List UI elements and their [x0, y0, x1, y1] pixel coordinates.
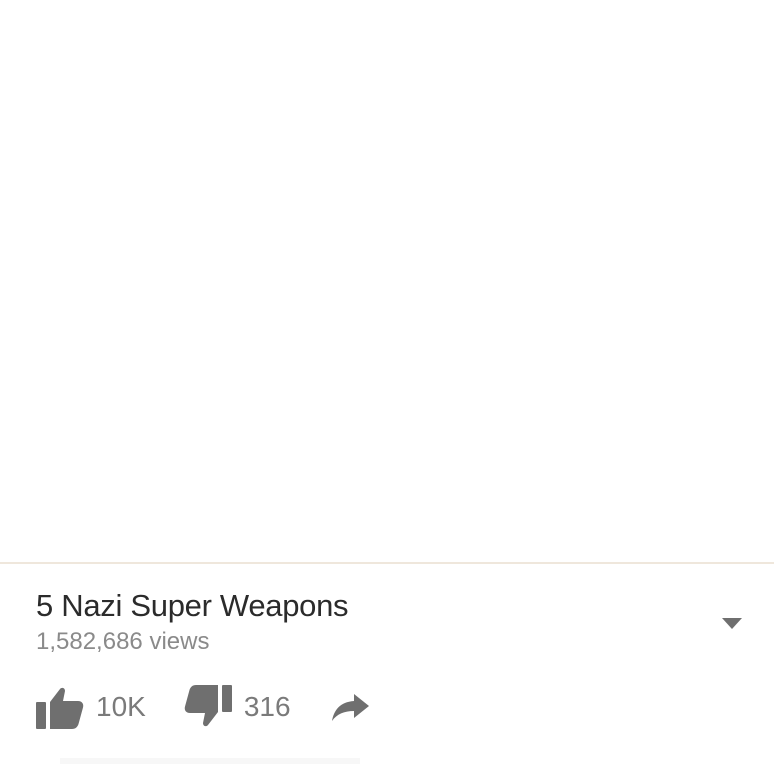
- action-bar: 10K 316: [36, 682, 371, 732]
- expand-description-button[interactable]: [712, 608, 752, 638]
- like-count: 10K: [96, 691, 146, 722]
- like-button[interactable]: 10K: [36, 685, 146, 729]
- video-info-panel: 5 Nazi Super Weapons 1,582,686 views 10K: [0, 564, 774, 773]
- share-button[interactable]: [331, 692, 371, 722]
- bottom-shadow: [60, 758, 360, 764]
- dislike-count: 316: [243, 691, 291, 722]
- dislike-button[interactable]: 316: [184, 685, 291, 729]
- thumbs-down-icon: [184, 685, 232, 729]
- thumbs-up-icon: [36, 685, 84, 729]
- view-count: 1,582,686 views: [36, 628, 210, 655]
- video-title: 5 Nazi Super Weapons: [36, 588, 349, 623]
- share-arrow-icon: [331, 692, 371, 722]
- video-player-area[interactable]: [0, 0, 774, 562]
- caret-down-icon: [722, 617, 742, 629]
- page: 5 Nazi Super Weapons 1,582,686 views 10K: [0, 0, 774, 773]
